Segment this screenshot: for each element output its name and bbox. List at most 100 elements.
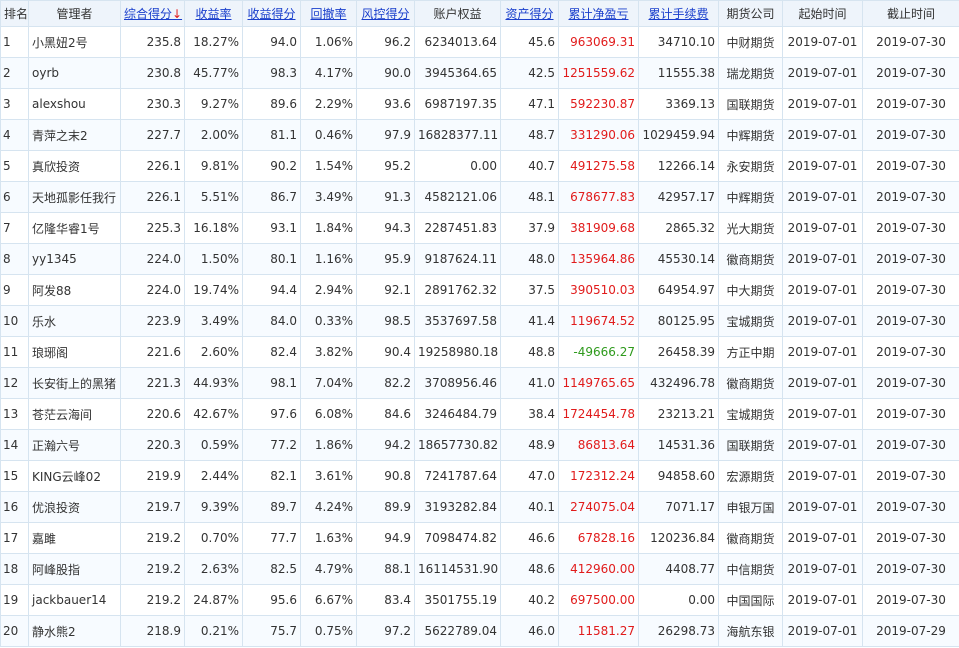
header-return-rate-sort[interactable]: 收益率 — [184, 0, 243, 27]
company-cell: 国联期货 — [718, 429, 783, 461]
table-row: 7 亿隆华睿1号 225.3 16.18% 93.1 1.84% 94.3 2287451.8… — [0, 212, 959, 244]
start-date-cell: 2019-07-01 — [782, 57, 863, 89]
drawdown-cell: 1.06% — [300, 26, 357, 58]
start-date-cell: 2019-07-01 — [782, 429, 863, 461]
drawdown-cell: 1.84% — [300, 212, 357, 244]
net-pnl-cell: 963069.31 — [558, 26, 639, 58]
drawdown-cell: 0.46% — [300, 119, 357, 151]
manager-cell: 琅琊阁 — [28, 336, 121, 368]
return-rate-cell: 0.70% — [184, 522, 243, 554]
asset-score-cell: 40.1 — [500, 491, 559, 523]
company-cell: 申银万国 — [718, 491, 783, 523]
equity-cell: 4582121.06 — [414, 181, 501, 213]
return-rate-cell: 0.21% — [184, 615, 243, 647]
fees-cell: 94858.60 — [638, 460, 719, 492]
return-score-cell: 77.7 — [242, 522, 301, 554]
table-row: 14 正瀚六号 220.3 0.59% 77.2 1.86% 94.2 18657730.82… — [0, 429, 959, 461]
asset-score-cell: 46.0 — [500, 615, 559, 647]
net-pnl-cell: 274075.04 — [558, 491, 639, 523]
return-rate-cell: 45.77% — [184, 57, 243, 89]
table-row: 5 真欣投资 226.1 9.81% 90.2 1.54% 95.2 0.00 40.7 4912… — [0, 150, 959, 182]
end-date-cell: 2019-07-30 — [862, 584, 959, 616]
start-date-cell: 2019-07-01 — [782, 522, 863, 554]
equity-cell: 5622789.04 — [414, 615, 501, 647]
net-pnl-cell: 135964.86 — [558, 243, 639, 275]
risk-score-cell: 95.9 — [356, 243, 415, 275]
fees-cell: 14531.36 — [638, 429, 719, 461]
return-score-cell: 82.1 — [242, 460, 301, 492]
net-pnl-cell: 381909.68 — [558, 212, 639, 244]
end-date-cell: 2019-07-30 — [862, 429, 959, 461]
company-cell: 方正中期 — [718, 336, 783, 368]
net-pnl-cell: 67828.16 — [558, 522, 639, 554]
header-net-pnl-sort[interactable]: 累计净盈亏 — [558, 0, 639, 27]
drawdown-cell: 6.08% — [300, 398, 357, 430]
return-rate-cell: 9.27% — [184, 88, 243, 120]
return-score-cell: 95.6 — [242, 584, 301, 616]
fees-cell: 80125.95 — [638, 305, 719, 337]
header-asset-score-sort[interactable]: 资产得分 — [500, 0, 559, 27]
return-score-cell: 82.5 — [242, 553, 301, 585]
equity-cell: 7098474.82 — [414, 522, 501, 554]
return-rate-cell: 5.51% — [184, 181, 243, 213]
header-equity: 账户权益 — [414, 0, 501, 27]
net-pnl-cell: 412960.00 — [558, 553, 639, 585]
end-date-cell: 2019-07-30 — [862, 367, 959, 399]
start-date-cell: 2019-07-01 — [782, 243, 863, 275]
equity-cell: 3501755.19 — [414, 584, 501, 616]
company-cell: 中辉期货 — [718, 119, 783, 151]
equity-cell: 6987197.35 — [414, 88, 501, 120]
table-row: 19 jackbauer14 219.2 24.87% 95.6 6.67% 83.4 350… — [0, 584, 959, 616]
drawdown-cell: 3.82% — [300, 336, 357, 368]
end-date-cell: 2019-07-30 — [862, 26, 959, 58]
start-date-cell: 2019-07-01 — [782, 26, 863, 58]
fees-cell: 2865.32 — [638, 212, 719, 244]
score-cell: 224.0 — [120, 274, 185, 306]
end-date-cell: 2019-07-30 — [862, 88, 959, 120]
score-cell: 226.1 — [120, 181, 185, 213]
header-return-score-sort[interactable]: 收益得分 — [242, 0, 301, 27]
table-row: 6 天地孤影任我行 226.1 5.51% 86.7 3.49% 91.3 4582121.0… — [0, 181, 959, 213]
return-rate-cell: 2.63% — [184, 553, 243, 585]
start-date-cell: 2019-07-01 — [782, 553, 863, 585]
rank-cell: 20 — [0, 615, 29, 647]
equity-cell: 3708956.46 — [414, 367, 501, 399]
header-drawdown-sort[interactable]: 回撤率 — [300, 0, 357, 27]
fees-cell: 7071.17 — [638, 491, 719, 523]
equity-cell: 3945364.65 — [414, 57, 501, 89]
fees-cell: 1029459.94 — [638, 119, 719, 151]
net-pnl-cell: 390510.03 — [558, 274, 639, 306]
return-rate-cell: 0.59% — [184, 429, 243, 461]
asset-score-cell: 41.4 — [500, 305, 559, 337]
fees-cell: 120236.84 — [638, 522, 719, 554]
equity-cell: 3193282.84 — [414, 491, 501, 523]
header-rank: 排名 — [0, 0, 29, 27]
manager-cell: 正瀚六号 — [28, 429, 121, 461]
table-row: 18 阿峰股指 219.2 2.63% 82.5 4.79% 88.1 16114531.90… — [0, 553, 959, 585]
company-cell: 宝城期货 — [718, 398, 783, 430]
net-pnl-cell: -49666.27 — [558, 336, 639, 368]
start-date-cell: 2019-07-01 — [782, 274, 863, 306]
return-rate-cell: 19.74% — [184, 274, 243, 306]
company-cell: 徽商期货 — [718, 367, 783, 399]
net-pnl-cell: 11581.27 — [558, 615, 639, 647]
drawdown-cell: 7.04% — [300, 367, 357, 399]
header-end: 截止时间 — [862, 0, 959, 27]
risk-score-cell: 93.6 — [356, 88, 415, 120]
risk-score-cell: 92.1 — [356, 274, 415, 306]
company-cell: 徽商期货 — [718, 243, 783, 275]
return-score-cell: 86.7 — [242, 181, 301, 213]
fees-cell: 4408.77 — [638, 553, 719, 585]
fees-cell: 432496.78 — [638, 367, 719, 399]
risk-score-cell: 83.4 — [356, 584, 415, 616]
manager-cell: 青萍之末2 — [28, 119, 121, 151]
drawdown-cell: 1.86% — [300, 429, 357, 461]
rank-cell: 9 — [0, 274, 29, 306]
header-risk-score-sort[interactable]: 风控得分 — [356, 0, 415, 27]
header-fees-sort[interactable]: 累计手续费 — [638, 0, 719, 27]
score-cell: 221.3 — [120, 367, 185, 399]
fees-cell: 26458.39 — [638, 336, 719, 368]
header-score-sort[interactable]: 综合得分↓ — [120, 0, 185, 27]
table-header: 排名 管理者 综合得分↓ 收益率 收益得分 回撤率 风控得分 账户权益 资产得分… — [0, 0, 959, 27]
rank-cell: 6 — [0, 181, 29, 213]
